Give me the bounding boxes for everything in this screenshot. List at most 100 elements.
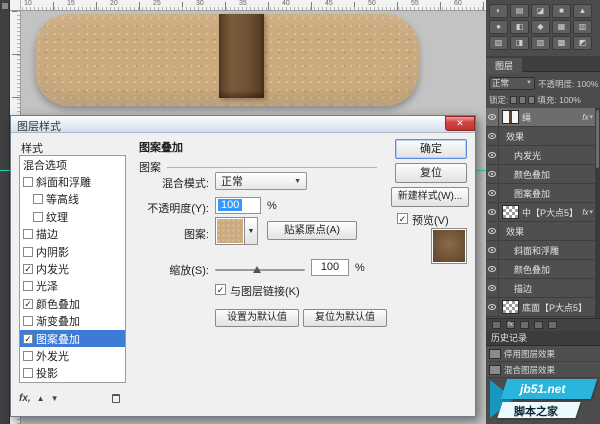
layer-row[interactable]: 描边 [486, 279, 595, 298]
ok-button[interactable]: 确定 [395, 139, 467, 159]
style-checkbox[interactable]: ✓ [23, 334, 33, 344]
visibility-toggle[interactable] [486, 184, 499, 202]
new-style-button[interactable]: 新建样式(W)... [391, 187, 469, 207]
visibility-toggle[interactable] [486, 146, 499, 164]
layer-row[interactable]: 绳fx▾ [486, 108, 595, 127]
layer-row[interactable]: 中【P大点5】fx▾ [486, 203, 595, 222]
style-item[interactable]: 光泽 [20, 278, 125, 295]
reset-button[interactable]: 复位 [395, 163, 467, 183]
visibility-toggle[interactable] [486, 260, 499, 278]
link-layers-icon[interactable] [492, 321, 501, 329]
style-checkbox[interactable] [23, 351, 33, 361]
lock-position-icon[interactable] [519, 96, 526, 104]
channel-mixer-icon[interactable]: ▥ [573, 20, 592, 34]
delete-effect-icon[interactable] [112, 394, 120, 403]
link-with-layer-checkbox[interactable]: ✓ [215, 284, 226, 295]
style-item[interactable]: 斜面和浮雕 [20, 173, 125, 190]
add-layer-style-icon[interactable]: fx [506, 321, 515, 329]
blend-mode-select[interactable]: 正常 ▼ [215, 172, 307, 190]
layer-opacity-field[interactable]: 不透明度: 100% [538, 78, 598, 90]
move-effect-up-icon[interactable]: ▲ [37, 394, 45, 403]
visibility-toggle[interactable] [486, 203, 499, 221]
brightness-contrast-icon[interactable]: ◐ [489, 4, 508, 18]
style-item[interactable]: 等高线 [20, 191, 125, 208]
hue-saturation-icon[interactable]: ● [489, 20, 508, 34]
style-item[interactable]: 外发光 [20, 347, 125, 364]
vibrance-icon[interactable]: ▲ [573, 4, 592, 18]
move-effect-down-icon[interactable]: ▼ [51, 394, 59, 403]
style-checkbox[interactable] [23, 316, 33, 326]
layer-fill-field[interactable]: 填充: 100% [537, 94, 580, 106]
photo-filter-icon[interactable]: ▦ [552, 20, 571, 34]
close-button[interactable]: ✕ [445, 116, 475, 131]
delete-layer-icon[interactable] [548, 321, 557, 329]
layer-row[interactable]: 效果 [486, 222, 595, 241]
style-checkbox[interactable]: ✓ [23, 264, 33, 274]
tab-layers[interactable]: 图层 [486, 58, 522, 74]
style-checkbox[interactable] [23, 229, 33, 239]
preview-checkbox[interactable]: ✓ [397, 213, 408, 224]
scale-slider-thumb[interactable] [253, 266, 261, 273]
visibility-toggle[interactable] [486, 165, 499, 183]
visibility-toggle[interactable] [486, 279, 499, 297]
gradient-map-icon[interactable]: ◩ [573, 36, 592, 50]
visibility-toggle[interactable] [486, 108, 499, 126]
style-checkbox[interactable] [23, 247, 33, 257]
collapse-caret-icon[interactable]: ▾ [589, 113, 593, 121]
style-checkbox[interactable]: ✓ [23, 299, 33, 309]
color-lookup-icon[interactable]: ▧ [489, 36, 508, 50]
pattern-swatch[interactable] [215, 217, 245, 245]
style-item[interactable]: ✓颜色叠加 [20, 295, 125, 312]
collapse-caret-icon[interactable]: ▾ [589, 208, 593, 216]
make-default-button[interactable]: 设置为默认值 [215, 309, 299, 327]
style-checkbox[interactable] [33, 194, 43, 204]
new-layer-icon[interactable] [534, 321, 543, 329]
visibility-toggle[interactable] [486, 127, 499, 145]
snap-to-origin-button[interactable]: 贴紧原点(A) [267, 221, 357, 240]
style-item[interactable]: 内阴影 [20, 243, 125, 260]
invert-icon[interactable]: ◨ [510, 36, 529, 50]
history-item[interactable]: 停用图层效果 [486, 346, 600, 362]
posterize-icon[interactable]: ▨ [531, 36, 550, 50]
layer-row[interactable]: 颜色叠加 [486, 260, 595, 279]
reset-default-button[interactable]: 复位为默认值 [303, 309, 387, 327]
style-item[interactable]: 描边 [20, 226, 125, 243]
tool-icon[interactable] [2, 3, 8, 9]
add-layer-mask-icon[interactable] [520, 321, 529, 329]
style-item[interactable]: ✓图案叠加 [20, 330, 125, 347]
pattern-picker-arrow-icon[interactable]: ▼ [245, 217, 258, 245]
visibility-toggle[interactable] [486, 222, 499, 240]
exposure-icon[interactable]: ■ [552, 4, 571, 18]
layer-row[interactable]: 斜面和浮雕 [486, 241, 595, 260]
layer-row[interactable]: 颜色叠加 [486, 165, 595, 184]
add-effect-fx-icon[interactable]: fx, [19, 393, 31, 404]
scale-slider[interactable] [215, 269, 305, 271]
levels-icon[interactable]: ▤ [510, 4, 529, 18]
style-checkbox[interactable] [23, 281, 33, 291]
history-panel-header[interactable]: 历史记录 [486, 331, 600, 346]
opacity-input[interactable]: 100 [215, 197, 261, 214]
scale-input[interactable]: 100 [311, 259, 349, 276]
lock-all-icon[interactable] [528, 96, 535, 104]
visibility-toggle[interactable] [486, 298, 499, 316]
style-checkbox[interactable] [33, 212, 43, 222]
dialog-titlebar[interactable]: 图层样式 ✕ [11, 116, 475, 133]
style-item[interactable]: 投影 [20, 365, 125, 382]
style-checkbox[interactable] [23, 368, 33, 378]
lock-transparency-icon[interactable] [510, 96, 517, 104]
threshold-icon[interactable]: ▩ [552, 36, 571, 50]
curves-icon[interactable]: ◪ [531, 4, 550, 18]
style-item[interactable]: 混合选项 [20, 156, 125, 173]
panel-scrollbar[interactable] [595, 108, 600, 318]
layer-row[interactable]: 底面【P大点5】 [486, 298, 595, 317]
black-white-icon[interactable]: ◆ [531, 20, 550, 34]
layer-row[interactable]: 图案叠加 [486, 184, 595, 203]
style-item[interactable]: 纹理 [20, 208, 125, 225]
layer-row[interactable]: 内发光 [486, 146, 595, 165]
color-balance-icon[interactable]: ◧ [510, 20, 529, 34]
style-checkbox[interactable] [23, 177, 33, 187]
layer-row[interactable]: 效果 [486, 127, 595, 146]
style-item[interactable]: 渐变叠加 [20, 313, 125, 330]
top-ruler[interactable]: 1015202530354045505560 [10, 0, 486, 11]
style-item[interactable]: ✓内发光 [20, 260, 125, 277]
